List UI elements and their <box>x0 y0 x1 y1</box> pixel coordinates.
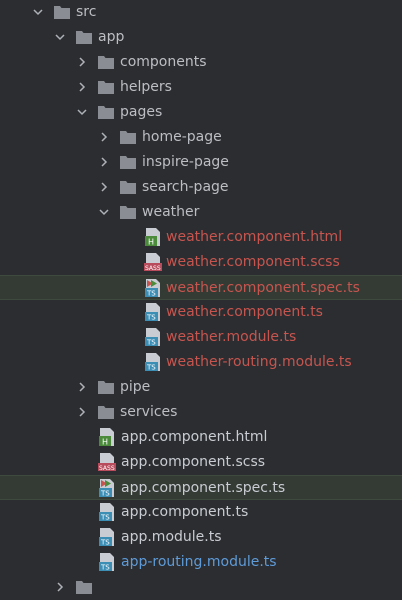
tree-file-weather-module[interactable]: TS weather.module.ts <box>0 325 402 350</box>
chevron-right-icon[interactable] <box>76 56 88 68</box>
chevron-right-icon[interactable] <box>76 381 88 393</box>
html-badge-text: H <box>102 438 108 447</box>
chevron-right-icon[interactable] <box>98 131 110 143</box>
ts-file-icon: TS <box>97 527 117 547</box>
ts-badge-text: TS <box>100 490 110 498</box>
tree-label: home-page <box>142 129 222 145</box>
tree-label: app.module.ts <box>121 529 222 545</box>
tree-label: app.component.spec.ts <box>121 480 286 496</box>
tree-node-partial[interactable] <box>0 575 402 600</box>
test-file-icon: TS <box>97 478 117 498</box>
tree-label: inspire-page <box>142 154 229 170</box>
tree-node-inspire-page[interactable]: inspire-page <box>0 150 402 175</box>
tree-label: app.component.scss <box>121 454 266 470</box>
chevron-down-icon[interactable] <box>32 6 44 18</box>
tree-node-helpers[interactable]: helpers <box>0 75 402 100</box>
tree-label: services <box>120 404 178 420</box>
tree-label: app.component.ts <box>121 504 249 520</box>
ts-badge-text: TS <box>100 539 110 547</box>
tree-node-components[interactable]: components <box>0 50 402 75</box>
tree-file-weather-scss[interactable]: SASS weather.component.scss <box>0 250 402 275</box>
project-tree: src app components helpers pages home-pa… <box>0 0 402 594</box>
tree-node-app[interactable]: app <box>0 25 402 50</box>
tree-file-weather-spec[interactable]: TS weather.component.spec.ts <box>0 275 402 300</box>
ts-file-icon: TS <box>143 302 163 322</box>
chevron-right-icon[interactable] <box>54 581 66 593</box>
ts-badge-text: TS <box>146 290 156 298</box>
folder-icon <box>119 129 137 145</box>
sass-file-icon: SASS <box>97 452 117 472</box>
sass-file-icon: SASS <box>143 252 163 272</box>
folder-icon <box>75 29 93 45</box>
tree-file-app-module[interactable]: TS app.module.ts <box>0 525 402 550</box>
chevron-down-icon[interactable] <box>54 31 66 43</box>
tree-label: weather.component.html <box>166 229 343 245</box>
tree-node-pages[interactable]: pages <box>0 100 402 125</box>
folder-icon <box>97 404 115 420</box>
tree-node-pipe[interactable]: pipe <box>0 375 402 400</box>
folder-icon <box>119 179 137 195</box>
tree-node-search-page[interactable]: search-page <box>0 175 402 200</box>
html-file-icon: H <box>143 227 163 247</box>
chevron-down-icon[interactable] <box>76 106 88 118</box>
ts-file-icon: TS <box>97 502 117 522</box>
tree-node-services[interactable]: services <box>0 400 402 425</box>
sass-badge-text: SASS <box>145 265 161 272</box>
html-badge-text: H <box>148 238 154 247</box>
tree-label: weather.component.ts <box>166 304 323 320</box>
chevron-right-icon[interactable] <box>76 406 88 418</box>
chevron-down-icon[interactable] <box>98 206 110 218</box>
tree-node-src[interactable]: src <box>0 0 402 25</box>
ts-badge-text: TS <box>146 339 156 347</box>
sass-badge-text: SASS <box>99 465 115 472</box>
folder-icon <box>119 154 137 170</box>
tree-file-app-spec[interactable]: TS app.component.spec.ts <box>0 475 402 500</box>
ts-file-icon: TS <box>143 352 163 372</box>
folder-icon <box>97 79 115 95</box>
tree-file-app-html[interactable]: H app.component.html <box>0 425 402 450</box>
tree-file-app-routing[interactable]: TS app-routing.module.ts <box>0 550 402 575</box>
tree-label: src <box>76 4 97 20</box>
folder-icon <box>119 204 137 220</box>
tree-file-app-scss[interactable]: SASS app.component.scss <box>0 450 402 475</box>
folder-icon <box>97 379 115 395</box>
folder-icon <box>97 54 115 70</box>
tree-file-weather-ts[interactable]: TS weather.component.ts <box>0 300 402 325</box>
ts-file-icon: TS <box>143 327 163 347</box>
tree-node-weather[interactable]: weather <box>0 200 402 225</box>
tree-label: weather.module.ts <box>166 329 297 345</box>
tree-file-app-ts[interactable]: TS app.component.ts <box>0 500 402 525</box>
tree-label: app.component.html <box>121 429 268 445</box>
folder-icon <box>53 4 71 20</box>
ts-badge-text: TS <box>100 514 110 522</box>
tree-label: app <box>98 29 125 45</box>
tree-node-home-page[interactable]: home-page <box>0 125 402 150</box>
tree-label: search-page <box>142 179 229 195</box>
tree-file-weather-html[interactable]: H weather.component.html <box>0 225 402 250</box>
tree-label: pages <box>120 104 163 120</box>
folder-icon <box>75 579 93 595</box>
html-file-icon: H <box>97 427 117 447</box>
tree-label: components <box>120 54 207 70</box>
chevron-right-icon[interactable] <box>76 81 88 93</box>
tree-label: weather.component.spec.ts <box>166 280 360 296</box>
ts-file-icon: TS <box>97 552 117 572</box>
tree-label: helpers <box>120 79 172 95</box>
tree-file-weather-routing[interactable]: TS weather-routing.module.ts <box>0 350 402 375</box>
ts-badge-text: TS <box>146 314 156 322</box>
tree-label: app-routing.module.ts <box>121 554 277 570</box>
folder-icon <box>97 104 115 120</box>
tree-label: weather-routing.module.ts <box>166 354 352 370</box>
tree-label: weather.component.scss <box>166 254 340 270</box>
chevron-right-icon[interactable] <box>98 156 110 168</box>
ts-badge-text: TS <box>100 564 110 572</box>
chevron-right-icon[interactable] <box>98 181 110 193</box>
tree-label: pipe <box>120 379 151 395</box>
test-file-icon: TS <box>143 278 163 298</box>
ts-badge-text: TS <box>146 364 156 372</box>
tree-label: weather <box>142 204 200 220</box>
